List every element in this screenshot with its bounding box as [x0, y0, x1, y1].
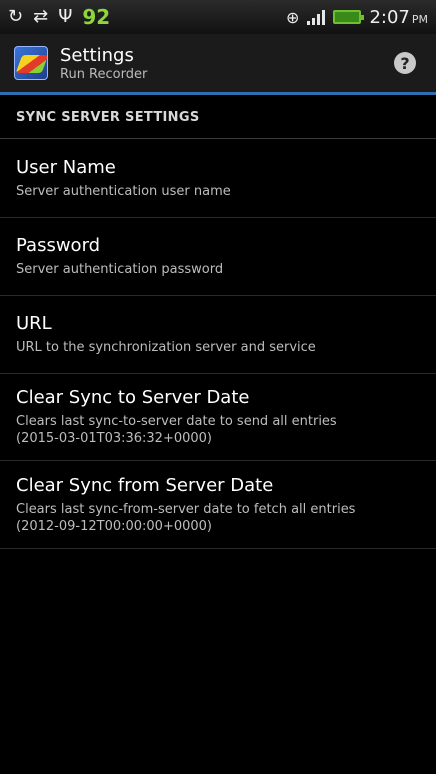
- section-header: SYNC SERVER SETTINGS: [0, 95, 436, 139]
- pref-user-name[interactable]: User Name Server authentication user nam…: [0, 139, 436, 218]
- pref-summary-line1: Clears last sync-from-server date to fet…: [16, 501, 356, 517]
- pref-summary-line2: (2015-03-01T03:36:32+0000): [16, 431, 212, 446]
- page-subtitle: Run Recorder: [60, 66, 148, 82]
- app-logo-icon[interactable]: [14, 46, 48, 80]
- status-left: ↻ ⇄ Ψ 92: [8, 5, 110, 29]
- pref-summary: Clears last sync-from-server date to fet…: [16, 501, 420, 535]
- battery-icon: [333, 10, 365, 24]
- pref-summary: Server authentication user name: [16, 183, 231, 199]
- pref-summary-line2: (2012-09-12T00:00:00+0000): [16, 518, 212, 534]
- pref-url[interactable]: URL URL to the synchronization server an…: [0, 296, 436, 374]
- title-block: Settings Run Recorder: [60, 45, 147, 82]
- page-title: Settings: [60, 44, 134, 66]
- signal-icon: [307, 9, 326, 25]
- pref-title: Password: [16, 235, 101, 256]
- pref-title: Clear Sync to Server Date: [16, 387, 250, 408]
- pref-password[interactable]: Password Server authentication password: [0, 218, 436, 296]
- pref-summary-line1: Clears last sync-to-server date to send …: [16, 414, 337, 429]
- pref-title: User Name: [16, 156, 116, 178]
- battery-percent: 92: [82, 5, 111, 29]
- data-transfer-icon: ⇄: [33, 6, 49, 27]
- pref-clear-sync-to-server[interactable]: Clear Sync to Server Date Clears last sy…: [0, 374, 436, 461]
- pref-summary: Server authentication password: [16, 262, 224, 277]
- pref-title: Clear Sync from Server Date: [16, 474, 274, 496]
- help-button[interactable]: ?: [394, 52, 416, 74]
- sync-icon: ↻: [8, 6, 24, 27]
- preferences-list: User Name Server authentication user nam…: [0, 139, 436, 549]
- status-right: ⊕ 2:07 PM: [286, 7, 428, 28]
- pref-clear-sync-from-server[interactable]: Clear Sync from Server Date Clears last …: [0, 461, 436, 549]
- pref-summary: Clears last sync-to-server date to send …: [16, 413, 420, 447]
- usb-icon: Ψ: [58, 6, 73, 27]
- clock: 2:07 PM: [369, 7, 428, 28]
- status-bar: ↻ ⇄ Ψ 92 ⊕ 2:07 PM: [0, 0, 436, 34]
- clock-ampm: PM: [411, 12, 428, 26]
- clock-time: 2:07: [369, 6, 410, 28]
- action-bar: Settings Run Recorder ?: [0, 34, 436, 92]
- pref-summary: URL to the synchronization server and se…: [16, 340, 316, 355]
- pref-title: URL: [16, 313, 52, 334]
- gps-icon: ⊕: [286, 7, 300, 27]
